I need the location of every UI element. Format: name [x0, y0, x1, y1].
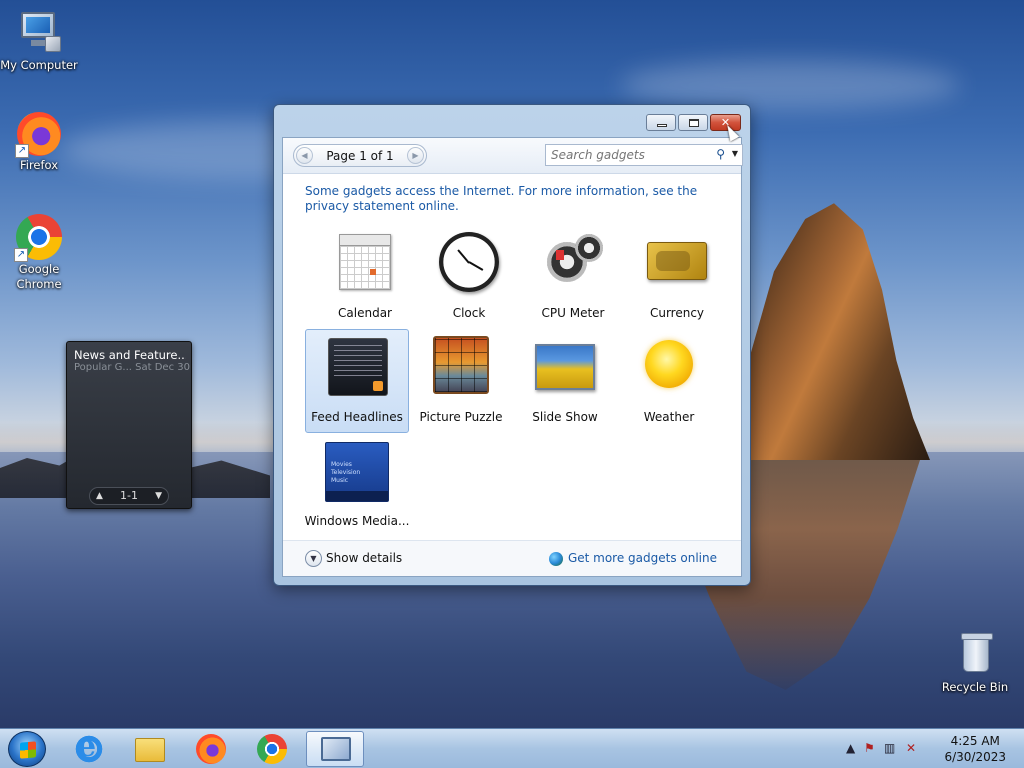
- start-button[interactable]: [8, 731, 46, 767]
- page-label: Page 1 of 1: [326, 149, 394, 163]
- desktop-icon-label: Recycle Bin: [941, 680, 1009, 694]
- network-icon[interactable]: ▥: [884, 741, 895, 755]
- gadget-tile-clock[interactable]: Clock: [417, 226, 521, 330]
- gallery-footer: ▼ Show details Get more gadgets online: [283, 540, 741, 576]
- gadget-tile-feed-headlines[interactable]: Feed Headlines: [305, 329, 409, 433]
- taskbar: ▲ ⚑ ▥ ✕ 4:25 AM 6/30/2023: [0, 728, 1024, 768]
- calendar-icon: [335, 230, 395, 294]
- slide-show-icon: [535, 334, 595, 398]
- desktop-icon-label: Firefox: [19, 158, 59, 172]
- wmc-menu-item: Television: [331, 469, 361, 476]
- windows-media-center-icon: Movies Television Music: [325, 438, 389, 502]
- globe-icon: [548, 551, 563, 566]
- get-more-gadgets-link[interactable]: Get more gadgets online: [548, 551, 717, 566]
- search-box: ⚲ ▼: [545, 144, 743, 166]
- wmc-menu-item: Music: [331, 477, 349, 484]
- shortcut-arrow-icon: ↗: [15, 144, 29, 158]
- gadget-tile-currency[interactable]: Currency: [625, 226, 729, 330]
- news-gadget-nav-label: 1-1: [120, 489, 138, 502]
- desktop-icon-label: Google Chrome: [16, 262, 62, 291]
- gadget-tile-weather[interactable]: Weather: [617, 330, 721, 434]
- gadgets-icon: [321, 737, 351, 761]
- next-arrow-icon[interactable]: ▼: [155, 488, 162, 504]
- picture-puzzle-icon: [431, 334, 491, 398]
- wmc-menu-item: Movies: [331, 461, 352, 468]
- minimize-icon: [657, 124, 667, 127]
- action-center-flag-icon[interactable]: ⚑: [864, 741, 875, 755]
- minimize-button[interactable]: [646, 114, 676, 131]
- cpu-meter-icon: [543, 230, 603, 294]
- pager: ◀ Page 1 of 1 ▶: [293, 144, 427, 167]
- maximize-icon: [689, 119, 699, 127]
- desktop-icon-my-computer[interactable]: My Computer: [0, 8, 78, 73]
- previous-page-button[interactable]: ◀: [296, 147, 313, 164]
- taskbar-internet-explorer[interactable]: [60, 729, 118, 767]
- internet-explorer-icon: [74, 729, 104, 764]
- chevron-down-icon[interactable]: ▼: [732, 149, 738, 158]
- gadget-gallery-window: ✕ ◀ Page 1 of 1 ▶ ⚲ ▼ Some gadgets acces…: [273, 104, 751, 586]
- news-feed-gadget[interactable]: News and Feature... Popular G... Sat Dec…: [66, 341, 192, 509]
- clock-icon: [439, 230, 499, 294]
- shortcut-arrow-icon: ↗: [14, 248, 28, 262]
- news-gadget-title[interactable]: News and Feature...: [74, 348, 186, 362]
- get-more-label: Get more gadgets online: [567, 551, 717, 565]
- weather-icon: [639, 334, 699, 398]
- chrome-icon: ↗: [14, 214, 62, 262]
- recycle-bin-icon: [951, 630, 999, 678]
- gallery-content: ◀ Page 1 of 1 ▶ ⚲ ▼ Some gadgets access …: [282, 137, 743, 577]
- prev-arrow-icon[interactable]: ▲: [96, 488, 103, 504]
- currency-icon: [647, 230, 707, 294]
- my-computer-icon: [15, 8, 63, 56]
- desktop-icon-recycle-bin[interactable]: Recycle Bin: [936, 630, 1014, 695]
- clock-time: 4:25 AM: [950, 734, 1000, 748]
- system-tray: ▲ ⚑ ▥ ✕ 4:25 AM 6/30/2023: [834, 729, 1024, 768]
- gadget-tile-cpu-meter[interactable]: CPU Meter: [521, 226, 625, 330]
- taskbar-windows-explorer[interactable]: [121, 731, 179, 767]
- desktop-icon-firefox[interactable]: ↗ Firefox: [0, 112, 78, 173]
- firefox-icon: ↗: [15, 112, 61, 158]
- show-details-button[interactable]: ▼ Show details: [305, 550, 402, 567]
- folder-icon: [135, 738, 165, 762]
- taskbar-clock[interactable]: 4:25 AM 6/30/2023: [944, 733, 1006, 765]
- privacy-link[interactable]: Some gadgets access the Internet. For mo…: [305, 184, 715, 214]
- gadget-tile-windows-media-center[interactable]: Movies Television Music Windows Media...: [305, 434, 409, 538]
- show-details-label: Show details: [326, 551, 403, 565]
- news-gadget-subtitle: Popular G... Sat Dec 30: [74, 362, 190, 373]
- gadget-tile-slide-show[interactable]: Slide Show: [513, 330, 617, 434]
- gallery-toolbar: ◀ Page 1 of 1 ▶ ⚲ ▼: [283, 138, 743, 174]
- search-input[interactable]: [551, 146, 701, 164]
- desktop-icon-label: My Computer: [0, 58, 78, 72]
- news-gadget-nav: ▲ 1-1 ▼: [89, 487, 169, 505]
- gadget-label: Weather: [643, 410, 695, 424]
- volume-muted-icon[interactable]: ✕: [906, 741, 916, 755]
- desktop: My Computer ↗ Firefox ↗ Google Chrome Re…: [0, 0, 1024, 728]
- taskbar-chrome[interactable]: [243, 731, 301, 767]
- gadget-label: Windows Media...: [304, 514, 410, 528]
- cloud: [620, 60, 960, 110]
- chevron-down-icon: ▼: [305, 550, 322, 567]
- taskbar-gadget-gallery[interactable]: [306, 731, 364, 767]
- next-page-button[interactable]: ▶: [407, 147, 424, 164]
- clock-date: 6/30/2023: [944, 750, 1006, 764]
- taskbar-firefox[interactable]: [182, 731, 240, 767]
- feed-headlines-icon: [328, 334, 388, 398]
- gadget-tile-calendar[interactable]: Calendar: [313, 226, 417, 330]
- firefox-icon: [196, 734, 226, 764]
- maximize-button[interactable]: [678, 114, 708, 131]
- chrome-icon: [257, 734, 287, 764]
- show-hidden-icons-button[interactable]: ▲: [846, 741, 855, 755]
- gadget-tile-picture-puzzle[interactable]: Picture Puzzle: [409, 330, 513, 434]
- gadget-label: Currency: [649, 306, 705, 320]
- search-icon[interactable]: ⚲: [716, 147, 725, 161]
- desktop-icon-chrome[interactable]: ↗ Google Chrome: [0, 214, 78, 292]
